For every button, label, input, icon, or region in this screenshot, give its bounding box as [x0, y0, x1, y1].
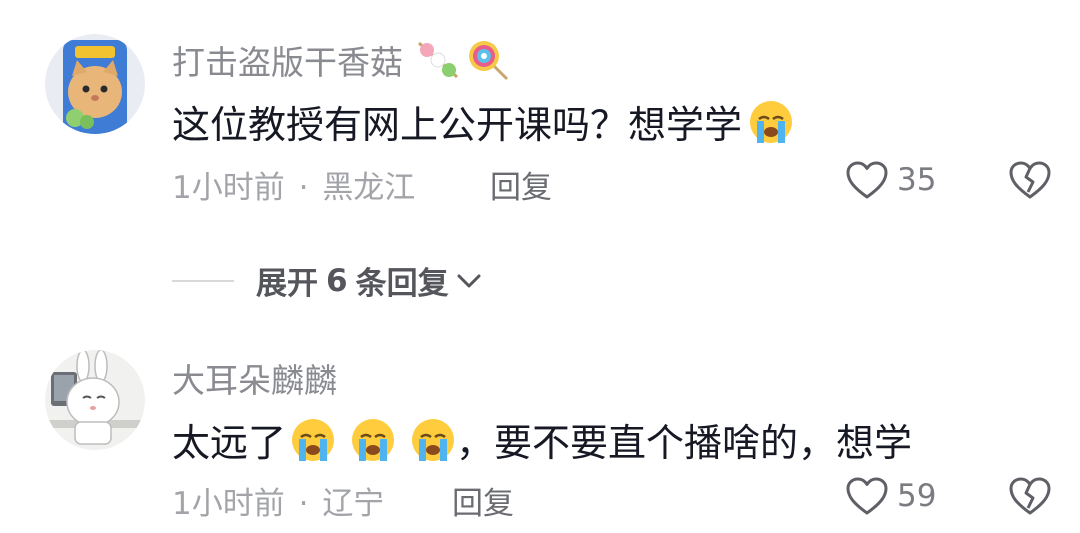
broken-heart-icon: [1009, 477, 1051, 515]
username[interactable]: 大耳朵麟麟: [172, 354, 337, 402]
comment-location: 辽宁: [322, 486, 385, 522]
comment-text-before: 太远了: [172, 421, 287, 465]
expand-replies-count: 6: [326, 262, 348, 299]
comment-time: 1小时前: [172, 486, 285, 522]
heart-outline-icon: [846, 477, 888, 515]
like-count: 35: [897, 162, 937, 198]
avatar[interactable]: [45, 34, 145, 134]
cat-avatar-image: [45, 34, 145, 134]
dango-skewer-icon: [417, 41, 459, 79]
loudly-crying-face-icon: [352, 418, 395, 461]
expand-replies-suffix: 条回复: [355, 266, 449, 302]
meta-separator: ·: [298, 486, 309, 522]
loudly-crying-face-icon: [292, 418, 335, 461]
comment-time: 1小时前: [172, 170, 285, 206]
like-count: 59: [897, 478, 937, 514]
username-row[interactable]: 打击盗版干香菇: [172, 36, 511, 84]
broken-heart-icon: [1009, 161, 1051, 199]
meta-separator: ·: [298, 170, 309, 206]
expand-replies-button[interactable]: 展开 6 条回复: [172, 258, 483, 303]
comment-text: 太远了 ，要不要直个播啥的，想学: [172, 412, 912, 467]
comment-text-body: 这位教授有网上公开课吗？想学学: [172, 103, 743, 147]
expand-divider-line: [172, 279, 234, 282]
dislike-button[interactable]: [1008, 476, 1052, 520]
rabbit-avatar-image: [45, 350, 145, 450]
like-button[interactable]: 35: [845, 160, 936, 200]
comment-text: 这位教授有网上公开课吗？想学学: [172, 94, 794, 149]
dislike-button[interactable]: [1008, 160, 1052, 204]
expand-replies-prefix: 展开: [256, 266, 318, 302]
loudly-crying-face-icon: [750, 100, 793, 143]
heart-outline-icon: [846, 161, 888, 199]
loudly-crying-face-icon: [412, 418, 455, 461]
chevron-down-icon: [457, 274, 481, 287]
reply-button[interactable]: 回复: [452, 478, 514, 523]
avatar[interactable]: [45, 350, 145, 450]
comment-location: 黑龙江: [322, 170, 416, 206]
comment-text-after: ，要不要直个播啥的，想学: [456, 421, 913, 465]
comment-meta: 1小时前 · 辽宁: [172, 478, 384, 523]
username[interactable]: 打击盗版干香菇: [172, 36, 403, 84]
lollipop-icon: [469, 41, 509, 81]
reply-button[interactable]: 回复: [490, 162, 552, 207]
comment-meta: 1小时前 · 黑龙江: [172, 162, 415, 207]
like-button[interactable]: 59: [845, 476, 936, 516]
